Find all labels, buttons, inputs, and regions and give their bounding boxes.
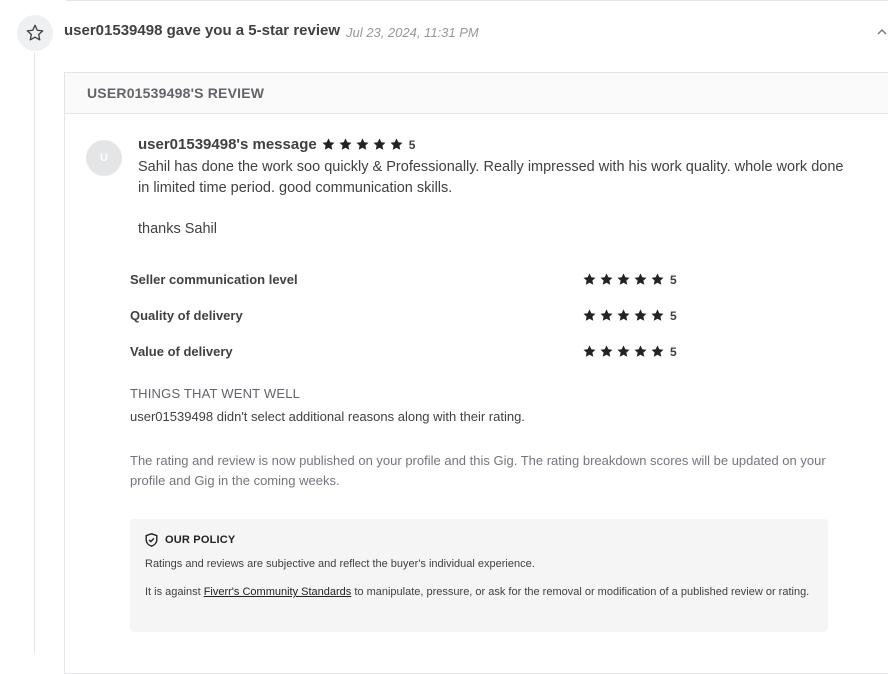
rating-label: Quality of delivery (130, 308, 243, 323)
rating-stars-wrap: 5 (582, 272, 677, 287)
notification-badge (17, 15, 53, 51)
chevron-up-icon[interactable] (876, 26, 888, 38)
message-sender: user01539498's message (138, 136, 317, 153)
rating-value: 5 (670, 308, 677, 323)
review-thanks: thanks Sahil (138, 221, 217, 237)
policy-text-prefix: It is against (145, 586, 204, 598)
community-standards-link[interactable]: Fiverr's Community Standards (204, 586, 352, 598)
rating-stars-wrap: 5 (582, 344, 677, 359)
star-filled-icon (583, 309, 596, 321)
star-filled-icon (356, 138, 369, 150)
star-filled-icon (634, 345, 647, 357)
star-filled-icon (651, 345, 664, 357)
timeline-line (34, 52, 35, 653)
star-filled-icon (322, 138, 335, 150)
star-filled-icon (339, 138, 352, 150)
rating-row-value: Value of delivery 5 (130, 342, 690, 362)
policy-title-row: OUR POLICY (145, 533, 235, 547)
star-outline-icon (26, 24, 44, 41)
policy-text: Ratings and reviews are subjective and r… (145, 558, 535, 570)
star-filled-icon (617, 273, 630, 285)
star-filled-icon (651, 273, 664, 285)
policy-box: OUR POLICY Ratings and reviews are subje… (130, 519, 828, 632)
star-filled-icon (600, 345, 613, 357)
rating-label: Seller communication level (130, 272, 298, 287)
star-filled-icon (373, 138, 386, 150)
rating-row-quality: Quality of delivery 5 (130, 306, 690, 326)
avatar: U (86, 140, 122, 176)
star-filled-icon (390, 138, 403, 150)
star-filled-icon (583, 273, 596, 285)
top-divider (66, 0, 888, 1)
rating-stars (582, 308, 667, 323)
review-message: Sahil has done the work soo quickly & Pr… (138, 159, 844, 196)
notification-date: Jul 23, 2024, 11:31 PM (346, 25, 479, 40)
things-went-well-title: THINGS THAT WENT WELL (130, 386, 301, 401)
message-header: user01539498's message 5 (138, 136, 415, 153)
star-filled-icon (600, 309, 613, 321)
rating-value: 5 (670, 344, 677, 359)
overall-rating-value: 5 (408, 137, 416, 152)
star-filled-icon (583, 345, 596, 357)
publish-note: The rating and review is now published o… (130, 453, 826, 488)
policy-text-suffix: to manipulate, pressure, or ask for the … (351, 586, 810, 598)
rating-value: 5 (670, 272, 677, 287)
rating-stars-wrap: 5 (582, 308, 677, 323)
things-went-well-text: user01539498 didn't select additional re… (130, 409, 525, 424)
notification-title: user01539498 gave you a 5-star review (64, 22, 341, 39)
star-filled-icon (617, 309, 630, 321)
review-card-header: USER01539498'S REVIEW (65, 73, 888, 114)
star-filled-icon (634, 309, 647, 321)
star-filled-icon (600, 273, 613, 285)
review-card: USER01539498'S REVIEW U user01539498's m… (64, 72, 888, 674)
overall-rating-stars (321, 137, 406, 152)
rating-stars (582, 344, 667, 359)
policy-title: OUR POLICY (165, 534, 236, 546)
star-filled-icon (617, 345, 630, 357)
star-filled-icon (634, 273, 647, 285)
policy-text: It is against Fiverr's Community Standar… (145, 584, 815, 600)
rating-label: Value of delivery (130, 344, 233, 359)
rating-row-communication: Seller communication level 5 (130, 270, 690, 290)
rating-stars (582, 272, 667, 287)
star-filled-icon (651, 309, 664, 321)
shield-check-icon (145, 533, 158, 547)
